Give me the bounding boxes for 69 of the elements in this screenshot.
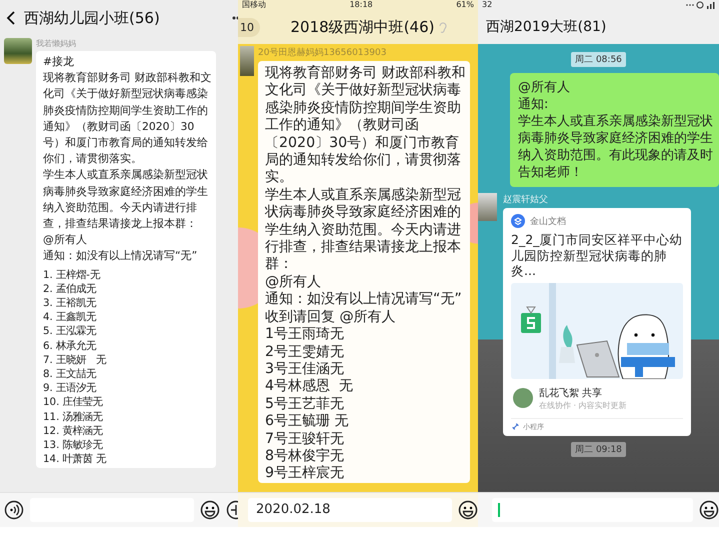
message-text: 现将教育部财务司 财政部科教和文化司《关于做好新型冠状病毒感染肺炎疫情防控期间学生资助工作的通知》（教财司函〔2020〕30号）和厦门市教育局的通知转发给你们，请贯彻落实。 [43,70,212,168]
reply-line: 5. 王泓霖无 [43,324,98,339]
message-text: 6号王毓珊 无 [265,413,350,431]
reply-line: 4. 王鑫凯无 [43,310,98,324]
reply-line: 7. 王晓妍 无 [43,352,108,368]
reply-line: 8. 王文喆无 [43,367,98,382]
message-text: 学生本人或直系亲属感染新型冠状病毒肺炎导致家庭经济困难的学生纳入资助范围。有此现象的请及时告知老师！ [518,113,713,181]
text-cursor [498,503,500,517]
message-text: 9号王梓宸无 [265,465,346,483]
message-text: 通知：如没有以上情况请写“无” [265,291,463,309]
reply-line: 12. 黄梓涵无 [43,424,104,438]
sender-name: 赵震轩姑父 [503,194,549,206]
message-text: 1号王雨琦无 [265,326,346,344]
avatar-photo [513,388,533,408]
message-text: @所有人 [43,232,88,248]
message-text: 现将教育部财务司 财政部科教和文化司《关于做好新型冠状病毒感染肺炎疫情防控期间学生资助工作的通知》（教财司函〔2020〕30号）和厦门市教育局的通知转发给你们，请贯彻落实。 [265,65,466,187]
sender-name: 我若懒妈妈 [36,38,77,49]
message-text: 5号王艺菲无 [265,396,346,414]
message-text: 7号王骏轩无 [265,430,346,448]
app-name: 金山文档 [530,216,566,228]
emoji-icon[interactable] [200,500,220,520]
doc-app-icon [511,214,525,228]
battery-text: 61% [456,0,474,10]
signal-icon [685,1,715,9]
reply-line: 3. 王裕凯无 [43,296,98,310]
voice-icon[interactable] [4,500,24,520]
sharer-name: 乱花飞絮 共享 [539,386,604,400]
reply-line: 14. 叶萧茵 无 [43,452,108,466]
sender-name: 20号田恩赫妈妈13656013903 [258,46,388,59]
unread-count[interactable]: 10 [238,18,260,36]
message-text: 学生本人或直系亲属感染新型冠状病毒肺炎导致家庭经济困难的学生纳入资助范围。今天内请进行排查，排查结果请接龙上报本群： [265,186,462,274]
timestamp: 周二 08:56 [571,52,626,67]
message-text: 4号林感恩 无 [265,378,354,396]
sharer-subtitle: 在线协作 · 内容实时更新 [539,400,627,410]
message-text: 3号王佳涵无 [265,360,346,378]
message-text: 收到请回复 @所有人 [265,308,397,326]
reply-line: 10. 庄佳莹无 [43,395,104,410]
clock-text: 18:18 [350,0,373,10]
message-text: 8号林俊宇无 [265,448,346,465]
avatar-photo [4,38,32,64]
message-text: @所有人 [265,274,322,292]
message-text: @所有人 [518,79,571,96]
more-icon[interactable] [232,16,238,20]
chat-title: 西湖2019大班(81) [486,18,606,36]
message-input[interactable] [492,498,693,522]
back-icon [6,10,16,26]
avatar-photo [240,46,254,76]
message-text: 通知：如没有以上情况请写“无” [43,248,198,264]
timestamp: 周二 09:18 [571,442,626,456]
reply-line: 2. 孟伯成无 [43,282,98,296]
message-text: 学生本人或直系亲属感染新型冠状病毒肺炎导致家庭经济困难的学生纳入资助范围。今天内请进行排查，排查结果请接龙上报本群： [43,167,209,232]
message-text: 2号王雯婧无 [265,344,346,361]
emoji-icon[interactable] [699,500,719,520]
clock-text: 32 [482,0,492,10]
emoji-icon[interactable] [458,500,478,520]
message-text: #接龙 [43,54,76,70]
avatar-photo [478,193,497,221]
reply-line: 1. 王梓熠-无 [43,268,102,282]
chat-title: 2018级西湖中班(46) [290,18,434,36]
doc-title: 2_2_厦门市同安区祥平中心幼儿园防控新型冠状病毒的肺炎... [511,232,683,278]
reply-line: 11. 汤雅涵无 [43,410,104,424]
reply-line: 9. 王语汐无 [43,381,98,396]
reply-line: 6. 林承允无 [43,338,98,353]
reply-line: 13. 陈敏珍无 [43,438,104,452]
ear-icon [438,21,448,33]
message-input[interactable]: 2020.02.18 [248,498,452,522]
chat-title: 西湖幼儿园小班(56) [24,8,161,28]
carrier-text: 国移动 [242,0,266,10]
message-text: 通知: [518,96,550,113]
